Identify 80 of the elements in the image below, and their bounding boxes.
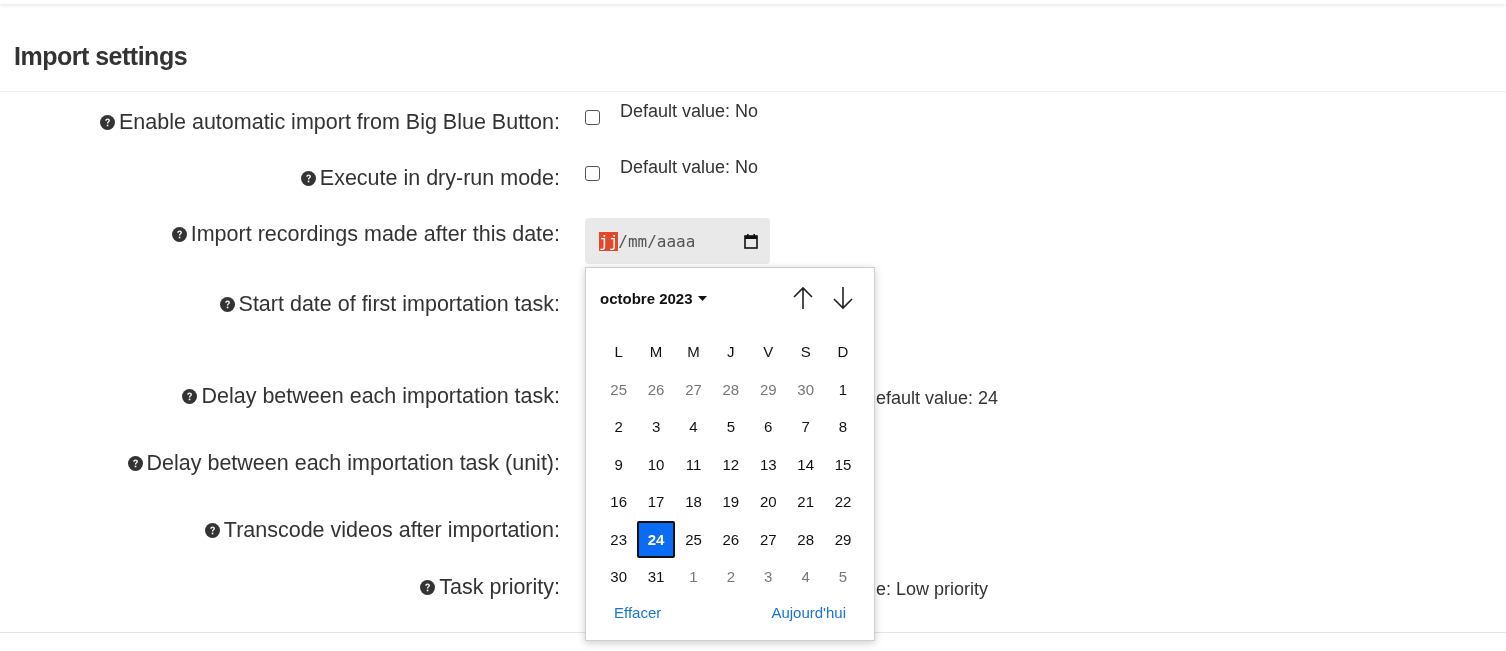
help-icon[interactable] [171,226,187,242]
calendar-day[interactable]: 8 [824,408,862,446]
calendar-day[interactable]: 18 [674,483,713,521]
calendar-day[interactable]: 27 [749,520,787,558]
calendar-day[interactable]: 28 [786,520,825,558]
calendar-day[interactable]: 29 [824,520,862,558]
calendar-day[interactable]: 10 [637,445,675,483]
calendar-day[interactable]: 14 [786,445,825,483]
help-icon[interactable] [420,579,436,595]
calendar-icon[interactable] [744,233,758,249]
calendar-day[interactable]: 3 [637,408,675,446]
calendar-day[interactable]: 4 [674,408,713,446]
calendar-day[interactable]: 31 [637,558,675,596]
section-title: Import settings [13,41,189,72]
calendar-day[interactable]: 25 [600,370,638,408]
calendar-day[interactable]: 23 [600,520,638,558]
help-icon[interactable] [219,296,235,312]
arrow-down-icon[interactable] [832,286,854,310]
weekday-header: J [726,342,736,363]
calendar-day[interactable]: 4 [786,558,825,596]
help-icon[interactable] [300,170,316,186]
help-icon[interactable] [182,388,198,404]
calendar-day[interactable]: 9 [600,445,638,483]
calendar-day[interactable]: 29 [749,370,787,408]
date-input-field[interactable]: jj/mm/aaaa [585,218,770,264]
calendar-day[interactable]: 27 [674,370,713,408]
calendar-day[interactable]: 1 [824,370,862,408]
calendar-day[interactable]: 12 [712,445,750,483]
help-icon[interactable] [100,114,115,130]
setting-label: Transcode videos after importation: [223,517,560,544]
weekday-header: M [648,342,664,363]
weekday-header: D [836,342,850,363]
setting-label: Task priority: [439,574,560,601]
default-value-text: efault value: 24 [876,388,999,408]
setting-label: Delay between each importation task: [201,383,560,410]
calendar-day[interactable]: 26 [712,520,750,558]
calendar-day[interactable]: 20 [749,483,787,521]
help-icon[interactable] [204,522,220,538]
calendar-day[interactable]: 7 [786,408,825,446]
calendar-day[interactable]: 30 [600,558,638,596]
calendar-day[interactable]: 15 [824,445,862,483]
setting-label: Delay between each importation task (unit): [146,450,560,477]
setting-label: Execute in dry-run mode: [319,165,560,192]
calendar-action-button[interactable]: Effacer [614,603,662,621]
calendar-day[interactable]: 2 [600,408,638,446]
calendar-day[interactable]: 1 [674,558,713,596]
calendar-day[interactable]: 17 [637,483,675,521]
calendar-day[interactable]: 13 [749,445,787,483]
calendar-day[interactable]: 30 [786,370,825,408]
calendar-day[interactable]: 3 [749,558,787,596]
calendar-day[interactable]: 2 [712,558,750,596]
month-dropdown[interactable]: octobre 2023 [600,289,707,307]
weekday-header: M [686,342,701,363]
calendar-day[interactable]: 25 [674,520,713,558]
calendar-day[interactable]: 26 [637,370,675,408]
arrow-up-icon[interactable] [792,286,814,310]
default-value-text: Default value: No [620,100,759,121]
default-value-text: Default value: No [620,156,759,177]
setting-label: Start date of first importation task: [238,291,560,318]
calendar-day[interactable]: 11 [674,445,713,483]
setting-label: Enable automatic import from Big Blue Button: [119,109,560,136]
calendar-day[interactable]: 28 [712,370,750,408]
weekday-header: V [762,342,775,363]
calendar-day[interactable]: 5 [712,408,750,446]
calendar-day[interactable]: 5 [824,558,862,596]
checkbox[interactable] [585,110,600,125]
calendar-day[interactable]: 16 [600,483,638,521]
help-icon[interactable] [127,455,143,471]
calendar-day[interactable]: 19 [712,483,750,521]
calendar-day[interactable]: 21 [786,483,825,521]
calendar-day[interactable]: 6 [749,408,787,446]
caret-icon [697,295,707,301]
calendar-action-button[interactable]: Aujourd'hui [771,603,846,621]
calendar-day[interactable]: 24 [637,520,675,558]
weekday-header: L [613,342,624,363]
weekday-header: S [799,342,812,363]
default-value-text: e: Low priority [876,579,989,599]
checkbox[interactable] [585,166,600,181]
setting-label: Import recordings made after this date: [190,221,560,248]
calendar-day[interactable]: 22 [824,483,862,521]
